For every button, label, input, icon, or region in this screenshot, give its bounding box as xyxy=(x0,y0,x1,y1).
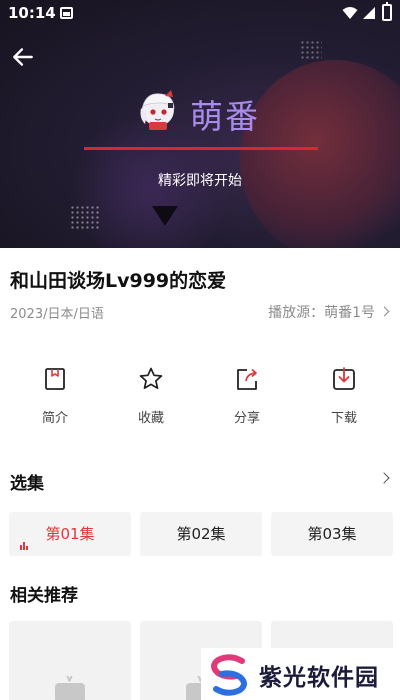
episode-item[interactable]: 第01集 xyxy=(9,512,131,556)
download-icon xyxy=(333,367,355,390)
download-button[interactable]: 下载 xyxy=(304,366,384,426)
signal-icon xyxy=(363,7,375,19)
gallery-notification-icon xyxy=(60,7,73,19)
hero-dot-pattern xyxy=(70,205,100,229)
video-player-area[interactable]: 萌番 精彩即将开始 xyxy=(0,0,400,248)
chevron-right-icon[interactable] xyxy=(378,472,390,484)
recommendation-card[interactable] xyxy=(9,621,131,700)
arrow-left-icon xyxy=(13,48,33,66)
loading-progress-fill xyxy=(84,147,318,150)
app-logo: 萌番 xyxy=(135,86,275,136)
mascot-logo-icon xyxy=(140,90,175,130)
episode-item[interactable]: 第02集 xyxy=(140,512,262,556)
watermark-text: 紫光软件园 xyxy=(259,665,379,691)
intro-button[interactable]: 简介 xyxy=(15,366,95,426)
back-button[interactable] xyxy=(10,44,36,70)
recommendations-section-title: 相关推荐 xyxy=(10,586,78,606)
episodes-section-title: 选集 xyxy=(10,474,44,494)
play-source-selector[interactable]: 播放源：萌番1号 xyxy=(268,302,390,322)
bookmark-icon xyxy=(45,368,65,390)
status-time: 10:14 xyxy=(8,4,56,22)
episode-item[interactable]: 第03集 xyxy=(271,512,393,556)
status-bar: 10:14 xyxy=(0,0,400,26)
tv-icon xyxy=(55,683,85,700)
hero-triangle-decoration xyxy=(152,206,178,226)
wifi-icon xyxy=(342,7,358,19)
episode-label: 第01集 xyxy=(45,525,95,543)
loading-tagline: 精彩即将开始 xyxy=(158,173,242,189)
share-button[interactable]: 分享 xyxy=(207,366,287,426)
share-label: 分享 xyxy=(233,411,260,426)
site-watermark: 紫光软件园 xyxy=(201,648,400,700)
favorite-label: 收藏 xyxy=(137,411,164,426)
watermark-logo-icon xyxy=(211,654,247,696)
now-playing-icon xyxy=(20,542,29,550)
episode-label: 第03集 xyxy=(307,525,357,543)
logo-text: 萌番 xyxy=(190,97,260,136)
action-bar: 简介 收藏 分享 下载 xyxy=(0,366,400,430)
video-title: 和山田谈场Lv999的恋爱 xyxy=(10,270,227,292)
loading-progress-bar xyxy=(84,147,318,150)
share-icon xyxy=(237,368,257,390)
star-icon xyxy=(139,367,163,389)
download-label: 下载 xyxy=(330,411,357,426)
episode-label: 第02集 xyxy=(176,525,226,543)
video-meta: 2023/日本/日语 xyxy=(10,307,104,322)
intro-label: 简介 xyxy=(41,411,68,426)
battery-icon xyxy=(382,2,392,21)
chevron-right-icon xyxy=(379,306,390,317)
play-source-label: 播放源：萌番1号 xyxy=(268,305,375,321)
hero-dot-pattern xyxy=(300,40,322,60)
episode-list: 第01集 第02集 第03集 xyxy=(9,512,399,556)
favorite-button[interactable]: 收藏 xyxy=(111,366,191,426)
